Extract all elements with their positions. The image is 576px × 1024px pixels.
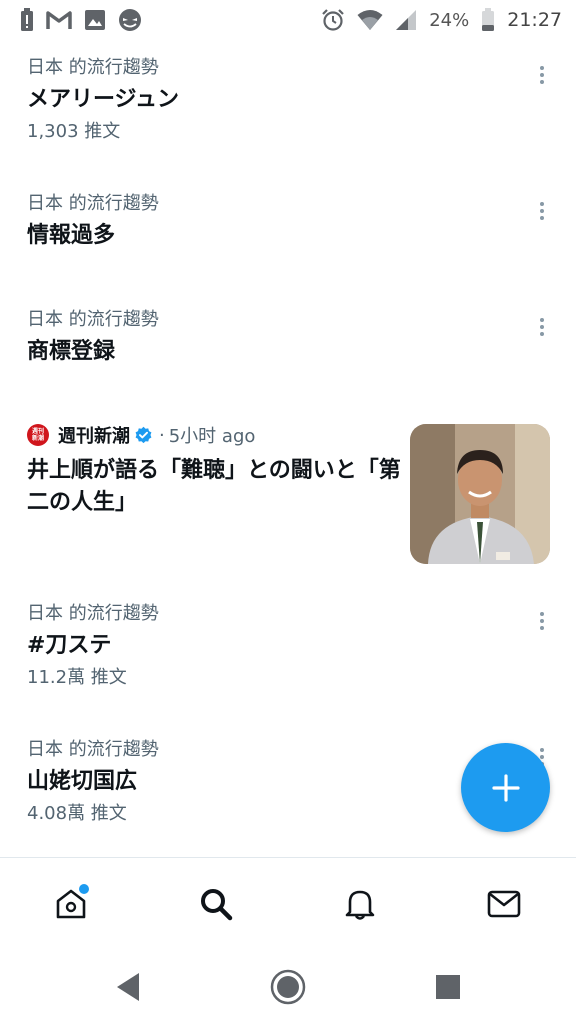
gmail-icon xyxy=(46,11,72,29)
more-options-icon[interactable] xyxy=(532,196,552,226)
system-home-button[interactable] xyxy=(268,967,308,1007)
more-options-icon[interactable] xyxy=(532,312,552,342)
trend-tweet-count: 1,303 推文 xyxy=(27,121,121,142)
news-source-logo: 週刊 新潮 xyxy=(27,424,49,446)
image-icon xyxy=(85,10,105,30)
trend-context: 日本 的流行趨勢 xyxy=(27,309,159,330)
bottom-navigation xyxy=(0,857,576,947)
trend-item[interactable]: 日本 的流行趨勢 メアリージュン 1,303 推文 xyxy=(0,56,576,144)
status-right-icons: 24% 21:27 xyxy=(321,8,562,32)
recents-icon xyxy=(436,975,460,999)
more-options-icon[interactable] xyxy=(532,606,552,636)
notification-dot xyxy=(79,884,89,894)
plus-icon xyxy=(491,773,520,802)
news-headline: 井上順が語る「難聴」との闘いと「第二の人生」 xyxy=(27,458,401,515)
news-timestamp: 5小时 ago xyxy=(168,426,256,447)
trend-tweet-count: 11.2萬 推文 xyxy=(27,667,127,688)
messages-icon xyxy=(487,890,521,918)
more-options-icon[interactable] xyxy=(532,60,552,90)
nav-search[interactable] xyxy=(194,882,238,926)
trend-name: #刀ステ xyxy=(27,633,112,658)
nav-messages[interactable] xyxy=(482,882,526,926)
trend-name: 情報過多 xyxy=(27,223,116,248)
nav-home[interactable] xyxy=(49,882,93,926)
battery-icon xyxy=(482,8,495,31)
battery-alert-icon xyxy=(21,8,33,31)
notifications-icon xyxy=(345,890,375,920)
battery-percent: 24% xyxy=(429,9,470,31)
trend-context: 日本 的流行趨勢 xyxy=(27,193,159,214)
explore-feed[interactable]: 日本 的流行趨勢 メアリージュン 1,303 推文 日本 的流行趨勢 情報過多 … xyxy=(0,40,576,857)
compose-tweet-button[interactable] xyxy=(461,743,550,832)
status-left-icons xyxy=(20,8,142,32)
system-recents-button[interactable] xyxy=(428,967,468,1007)
trend-item[interactable]: 日本 的流行趨勢 #刀ステ 11.2萬 推文 xyxy=(0,602,576,690)
clock: 21:27 xyxy=(507,9,562,31)
trend-item[interactable]: 日本 的流行趨勢 商標登録 xyxy=(0,308,576,368)
news-source-name: 週刊新潮 xyxy=(58,426,130,447)
status-bar: 24% 21:27 xyxy=(0,0,576,40)
back-icon xyxy=(117,973,139,1001)
trend-context: 日本 的流行趨勢 xyxy=(27,603,159,624)
wifi-icon xyxy=(357,10,383,30)
system-navigation-bar xyxy=(0,947,576,1024)
mask-icon xyxy=(119,9,141,31)
signal-icon xyxy=(396,10,417,30)
trend-name: 商標登録 xyxy=(27,339,116,364)
verified-badge-icon xyxy=(135,426,152,443)
trend-item[interactable]: 日本 的流行趨勢 情報過多 xyxy=(0,192,576,252)
news-separator: · xyxy=(159,424,165,446)
alarm-icon xyxy=(322,9,344,31)
nav-notifications[interactable] xyxy=(338,882,382,926)
trend-name: メアリージュン xyxy=(27,87,180,112)
trend-context: 日本 的流行趨勢 xyxy=(27,57,159,78)
system-back-button[interactable] xyxy=(108,967,148,1007)
home-button-icon xyxy=(270,969,306,1005)
search-icon xyxy=(201,889,233,921)
news-thumbnail-photo xyxy=(410,424,550,564)
news-item[interactable]: 週刊 新潮 週刊新潮 · 5小时 ago 井上順が語る「難聴」との闘いと「第二の… xyxy=(0,422,576,572)
news-thumbnail xyxy=(410,424,550,564)
